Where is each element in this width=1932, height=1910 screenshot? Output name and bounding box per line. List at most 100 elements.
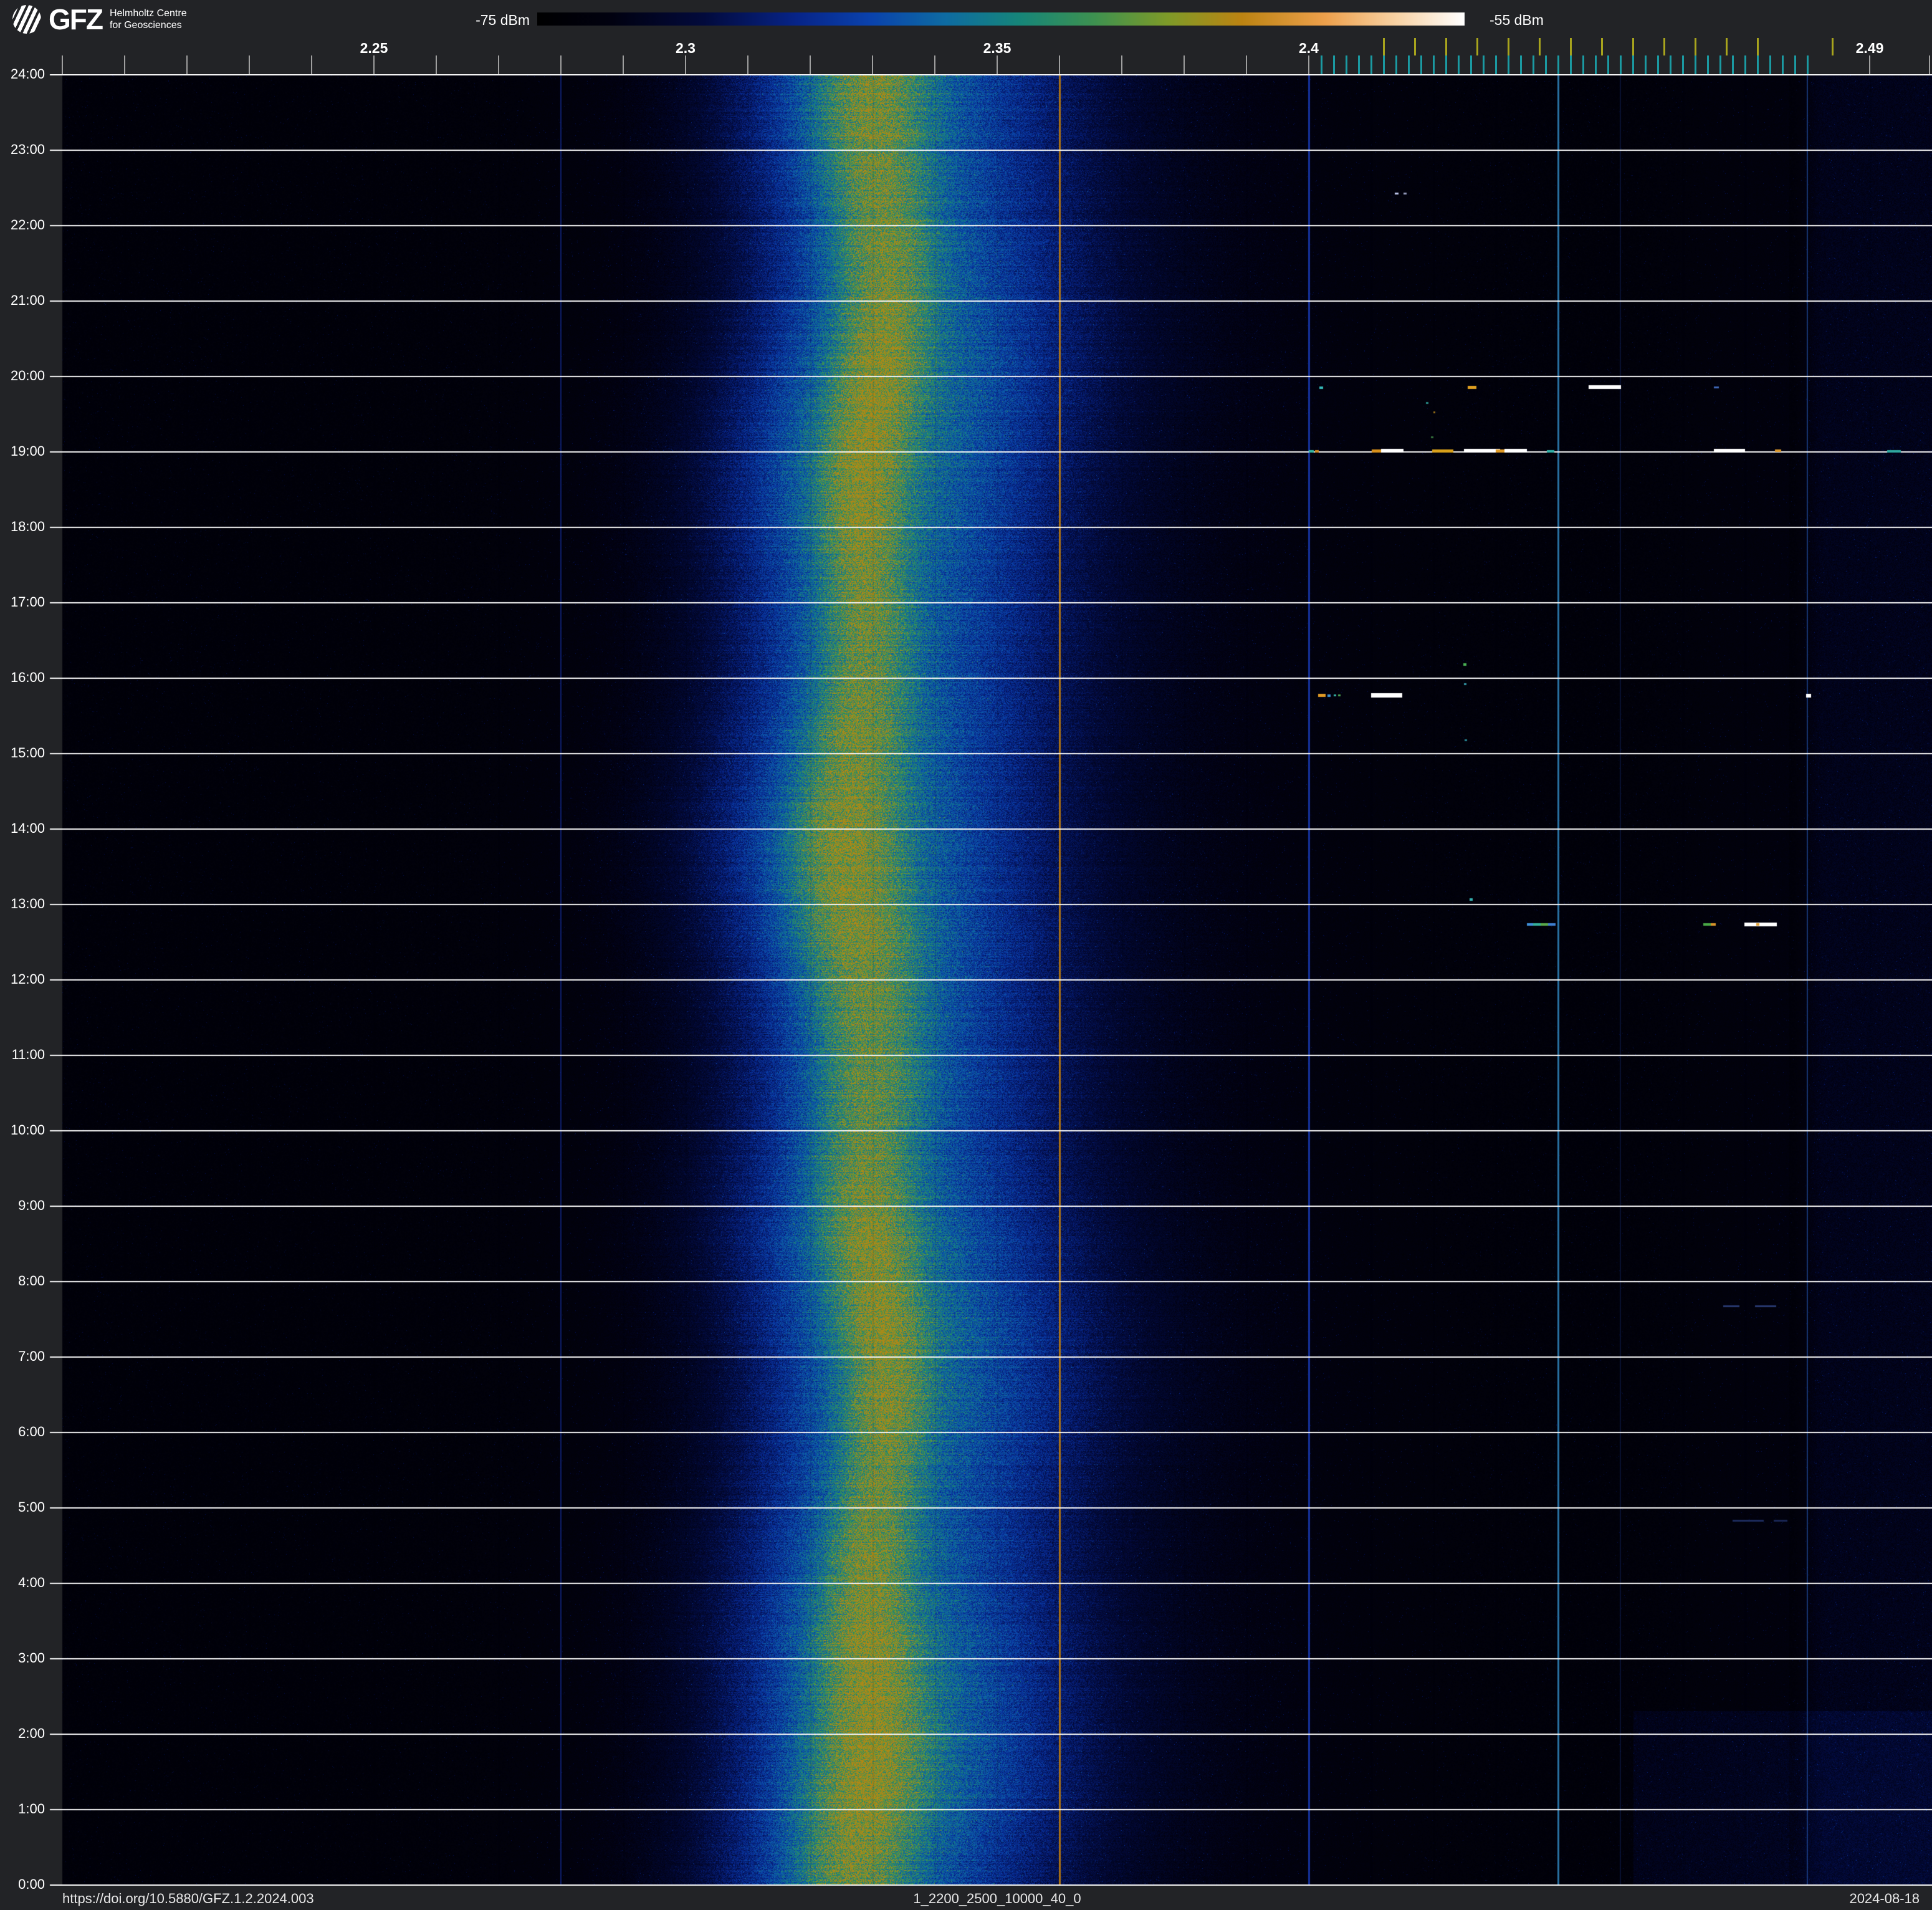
ble-channel-tick <box>1357 55 1360 74</box>
ble-channel-tick <box>1619 55 1622 74</box>
time-label: 6:00 <box>18 1424 45 1439</box>
freq-tick-gray <box>436 55 437 74</box>
ble-channel-tick <box>1557 55 1559 74</box>
time-label: 8:00 <box>18 1273 45 1289</box>
brand-subtitle-line2: for Geosciences <box>109 20 182 31</box>
freq-tick-gray <box>62 55 63 74</box>
ble-channel-tick <box>1781 55 1784 74</box>
freq-tick-gray <box>186 55 188 74</box>
time-label: 17:00 <box>10 594 45 610</box>
time-label: 11:00 <box>11 1047 45 1062</box>
time-label: 13:00 <box>10 896 45 911</box>
wifi-channel-tick <box>1694 38 1696 55</box>
time-label: 14:00 <box>10 820 45 836</box>
freq-tick-gray <box>249 55 250 74</box>
freq-tick-gray <box>311 55 312 74</box>
dataset-label: 1_2200_2500_10000_40_0 <box>913 1891 1081 1906</box>
ble-channel-tick <box>1532 55 1534 74</box>
brand-subtitle-line1: Helmholtz Centre <box>109 8 187 19</box>
ble-channel-tick <box>1719 55 1721 74</box>
freq-label: 2.25 <box>360 40 388 56</box>
wifi-channel-tick <box>1476 38 1478 55</box>
time-label: 12:00 <box>10 971 45 987</box>
ble-channel-tick <box>1494 55 1497 74</box>
time-label: 4:00 <box>18 1575 45 1590</box>
time-label: 16:00 <box>10 669 45 685</box>
ble-channel-tick <box>1507 55 1509 74</box>
time-label: 15:00 <box>10 745 45 761</box>
wifi-channel-tick <box>1756 38 1759 55</box>
time-label: 20:00 <box>10 368 45 383</box>
freq-tick-gray <box>373 55 375 74</box>
ble-channel-tick <box>1345 55 1347 74</box>
ble-channel-tick <box>1769 55 1771 74</box>
ble-channel-tick <box>1632 55 1634 74</box>
freq-tick-gray <box>872 55 873 74</box>
wifi-channel-tick <box>1413 38 1416 55</box>
time-label: 23:00 <box>10 142 45 157</box>
freq-tick-gray <box>1929 55 1930 74</box>
ble-channel-tick <box>1794 55 1796 74</box>
wifi-channel-tick <box>1831 38 1834 55</box>
ble-channel-tick <box>1445 55 1447 74</box>
time-label: 18:00 <box>10 519 45 534</box>
freq-tick-gray <box>747 55 748 74</box>
wifi-channel-tick <box>1445 38 1447 55</box>
ble-channel-tick <box>1407 55 1410 74</box>
freq-tick-gray <box>1184 55 1185 74</box>
gfz-logo-icon <box>12 5 41 34</box>
time-label: 3:00 <box>18 1650 45 1666</box>
time-label: 7:00 <box>18 1348 45 1364</box>
time-label: 10:00 <box>10 1122 45 1138</box>
freq-tick-gray <box>997 55 998 74</box>
time-label: 0:00 <box>18 1876 45 1892</box>
time-label: 21:00 <box>10 292 45 308</box>
wifi-channel-tick <box>1600 38 1603 55</box>
freq-tick-gray <box>623 55 624 74</box>
spectrogram-canvas <box>49 74 1932 1886</box>
freq-tick-gray <box>934 55 935 74</box>
wifi-channel-tick <box>1382 38 1385 55</box>
freq-tick-gray <box>1308 55 1309 74</box>
freq-tick-gray <box>1869 55 1870 74</box>
date-label: 2024-08-18 <box>1849 1891 1920 1906</box>
ble-channel-tick <box>1470 55 1472 74</box>
time-label: 2:00 <box>18 1725 45 1741</box>
wifi-channel-tick <box>1663 38 1665 55</box>
colorbar-max-label: -55 dBm <box>1490 12 1544 28</box>
colorbar-min-label: -75 dBm <box>476 12 530 28</box>
freq-tick-gray <box>1121 55 1122 74</box>
time-label: 5:00 <box>18 1499 45 1515</box>
time-label: 24:00 <box>10 66 45 82</box>
ble-channel-tick <box>1332 55 1335 74</box>
ble-channel-tick <box>1681 55 1684 74</box>
ble-channel-tick <box>1756 55 1759 74</box>
ble-channel-tick <box>1370 55 1372 74</box>
ble-channel-tick <box>1607 55 1609 74</box>
spectrogram-page: GFZ Helmholtz Centre for Geosciences -75… <box>0 0 1932 1910</box>
ble-channel-tick <box>1320 55 1322 74</box>
ble-channel-tick <box>1569 55 1572 74</box>
time-label: 22:00 <box>10 217 45 233</box>
ble-channel-tick <box>1582 55 1584 74</box>
wifi-channel-tick <box>1632 38 1634 55</box>
doi-link[interactable]: https://doi.org/10.5880/GFZ.1.2.2024.003 <box>62 1891 314 1907</box>
freq-tick-gray <box>498 55 499 74</box>
time-label: 9:00 <box>18 1197 45 1213</box>
ble-channel-tick <box>1395 55 1397 74</box>
ble-channel-tick <box>1457 55 1460 74</box>
freq-label: 2.3 <box>676 40 696 56</box>
freq-tick-gray <box>560 55 562 74</box>
freq-label: 2.35 <box>983 40 1011 56</box>
ble-channel-tick <box>1432 55 1435 74</box>
freq-tick-gray <box>1059 55 1060 74</box>
freq-tick-gray <box>1246 55 1247 74</box>
ble-channel-tick <box>1657 55 1659 74</box>
gfz-logo: GFZ Helmholtz Centre for Geosciences <box>12 5 187 34</box>
time-label: 19:00 <box>10 443 45 459</box>
freq-label: 2.4 <box>1299 40 1319 56</box>
brand-subtitle: Helmholtz Centre for Geosciences <box>110 7 187 31</box>
wifi-channel-tick <box>1538 38 1541 55</box>
ble-channel-tick <box>1706 55 1709 74</box>
ble-channel-tick <box>1644 55 1647 74</box>
